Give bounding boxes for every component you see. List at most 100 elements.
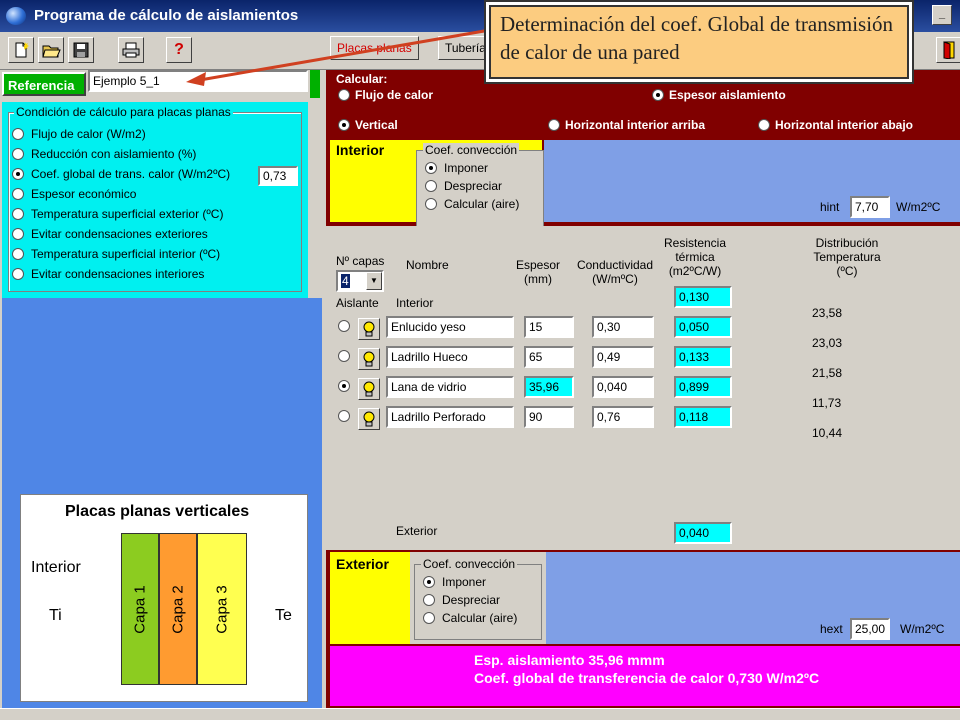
conv-option-calcular[interactable]: Calcular (aire): [423, 609, 517, 627]
diagram-te-label: Te: [275, 607, 292, 624]
hext-input[interactable]: 25,00: [850, 618, 890, 640]
condition-label: Reducción con aislamiento (%): [31, 147, 197, 161]
layer-name-input[interactable]: Lana de vidrio: [386, 376, 514, 398]
radio-button-selected[interactable]: [338, 119, 350, 131]
layer-info-button[interactable]: [358, 378, 380, 400]
radio-button[interactable]: [12, 248, 24, 260]
diagram-ti-label: Ti: [49, 607, 62, 624]
exterior-resistance: 0,040: [674, 522, 732, 544]
layer-thickness-input[interactable]: 65: [524, 346, 574, 368]
aislante-header: Aislante: [336, 296, 379, 310]
resistencia-header: Resistencia térmica (m2ºC/W): [663, 236, 727, 278]
num-layers-select[interactable]: 4 ▼: [336, 270, 384, 292]
insulation-radio[interactable]: [338, 350, 350, 362]
condition-option[interactable]: Temperatura superficial exterior (ºC): [12, 204, 230, 224]
layer-name-input[interactable]: Ladrillo Hueco: [386, 346, 514, 368]
layer-thickness-input[interactable]: 15: [524, 316, 574, 338]
condition-label: Temperatura superficial exterior (ºC): [31, 207, 224, 221]
layer-conductivity-input[interactable]: 0,49: [592, 346, 654, 368]
orientation-horizontal-up[interactable]: Horizontal interior arriba: [548, 118, 705, 132]
condition-option[interactable]: Espesor económico: [12, 184, 230, 204]
conv-option-imponer[interactable]: Imponer: [425, 159, 488, 177]
radio-button-selected[interactable]: [425, 162, 437, 174]
exterior-coef-area: hext 25,00 W/m2ºC: [546, 552, 960, 644]
hint-input[interactable]: 7,70: [850, 196, 890, 218]
conv-option-despreciar[interactable]: Despreciar: [423, 591, 500, 609]
temperature-value: 23,03: [812, 336, 843, 350]
layer-resistance: 0,050: [674, 316, 732, 338]
layer-resistance: 0,899: [674, 376, 732, 398]
interior-row-label: Interior: [396, 296, 434, 310]
layer-name-input[interactable]: Enlucido yeso: [386, 316, 514, 338]
radio-button[interactable]: [423, 612, 435, 624]
conv-option-despreciar[interactable]: Despreciar: [425, 177, 502, 195]
condition-label: Temperatura superficial interior (ºC): [31, 247, 221, 261]
radio-button[interactable]: [758, 119, 770, 131]
lightbulb-icon: [363, 351, 375, 367]
radio-button[interactable]: [12, 268, 24, 280]
layer-thickness-result: 35,96: [524, 376, 574, 398]
interior-title: Interior: [336, 142, 385, 158]
radio-button[interactable]: [425, 198, 437, 210]
condition-option[interactable]: Flujo de calor (W/m2): [12, 124, 230, 144]
radio-button[interactable]: [12, 148, 24, 160]
radio-button[interactable]: [423, 594, 435, 606]
num-layers-label: Nº capas: [336, 254, 385, 268]
radio-button[interactable]: [12, 228, 24, 240]
layer-conductivity-input[interactable]: 0,30: [592, 316, 654, 338]
diagram-interior-label: Interior: [31, 559, 81, 576]
exterior-convection-area: Coef. convección Imponer Despreciar Calc…: [410, 552, 546, 644]
result-coefficient: Coef. global de transferencia de calor 0…: [474, 670, 820, 686]
layer-label: Capa 1: [131, 584, 149, 634]
diagram-layer-2: Capa 2: [159, 533, 197, 685]
radio-button-selected[interactable]: [12, 168, 24, 180]
orientation-vertical[interactable]: Vertical: [338, 118, 398, 132]
layer-thickness-input[interactable]: 90: [524, 406, 574, 428]
diagram-title: Placas planas verticales: [65, 503, 250, 520]
exterior-row-label: Exterior: [396, 524, 438, 538]
results-bar: Esp. aislamiento 35,96 mmm Coef. global …: [330, 646, 960, 706]
conv-option-label: Calcular (aire): [444, 197, 520, 211]
conv-option-imponer[interactable]: Imponer: [423, 573, 486, 591]
conditions-options: Flujo de calor (W/m2) Reducción con aisl…: [12, 124, 230, 284]
radio-button[interactable]: [12, 208, 24, 220]
condition-option[interactable]: Evitar condensaciones interiores: [12, 264, 230, 284]
interior-coef-area: hint 7,70 W/m2ºC: [544, 140, 960, 222]
layer-info-button[interactable]: [358, 348, 380, 370]
coef-global-input[interactable]: 0,73: [258, 166, 298, 186]
condition-label: Evitar condensaciones interiores: [31, 267, 205, 281]
condition-option[interactable]: Coef. global de trans. calor (W/m2ºC): [12, 164, 230, 184]
lightbulb-icon: [363, 411, 375, 427]
distribucion-header: Distribución Temperatura (ºC): [813, 236, 881, 278]
layer-name-input[interactable]: Ladrillo Perforado: [386, 406, 514, 428]
diagram-layer-1: Capa 1: [121, 533, 159, 685]
annotation-callout: Determinación del coef. Global de transm…: [484, 0, 914, 84]
num-layers-value: 4: [341, 274, 350, 288]
radio-button-selected[interactable]: [423, 576, 435, 588]
condition-option[interactable]: Reducción con aislamiento (%): [12, 144, 230, 164]
insulation-radio[interactable]: [338, 320, 350, 332]
condition-label: Espesor económico: [31, 187, 137, 201]
layer-info-button[interactable]: [358, 318, 380, 340]
layer-conductivity-input[interactable]: 0,040: [592, 376, 654, 398]
layer-info-button[interactable]: [358, 408, 380, 430]
conv-option-label: Despreciar: [444, 179, 503, 193]
exterior-title: Exterior: [336, 556, 389, 572]
chevron-down-icon[interactable]: ▼: [366, 272, 382, 290]
insulation-radio[interactable]: [338, 410, 350, 422]
conv-option-calcular[interactable]: Calcular (aire): [425, 195, 519, 213]
radio-button[interactable]: [12, 128, 24, 140]
condition-option[interactable]: Evitar condensaciones exteriores: [12, 224, 230, 244]
convection-legend: Coef. convección: [421, 557, 518, 571]
layer-row: Ladrillo Hueco 65 0,49 0,133: [326, 346, 732, 370]
orientation-horizontal-down[interactable]: Horizontal interior abajo: [758, 118, 913, 132]
espesor-header: Espesor (mm): [515, 258, 561, 286]
insulation-radio-selected[interactable]: [338, 380, 350, 392]
condition-label: Flujo de calor (W/m2): [31, 127, 146, 141]
condition-option[interactable]: Temperatura superficial interior (ºC): [12, 244, 230, 264]
layer-conductivity-input[interactable]: 0,76: [592, 406, 654, 428]
radio-button[interactable]: [12, 188, 24, 200]
radio-button[interactable]: [425, 180, 437, 192]
layer-row: Lana de vidrio 35,96 0,040 0,899: [326, 376, 732, 400]
radio-button[interactable]: [548, 119, 560, 131]
